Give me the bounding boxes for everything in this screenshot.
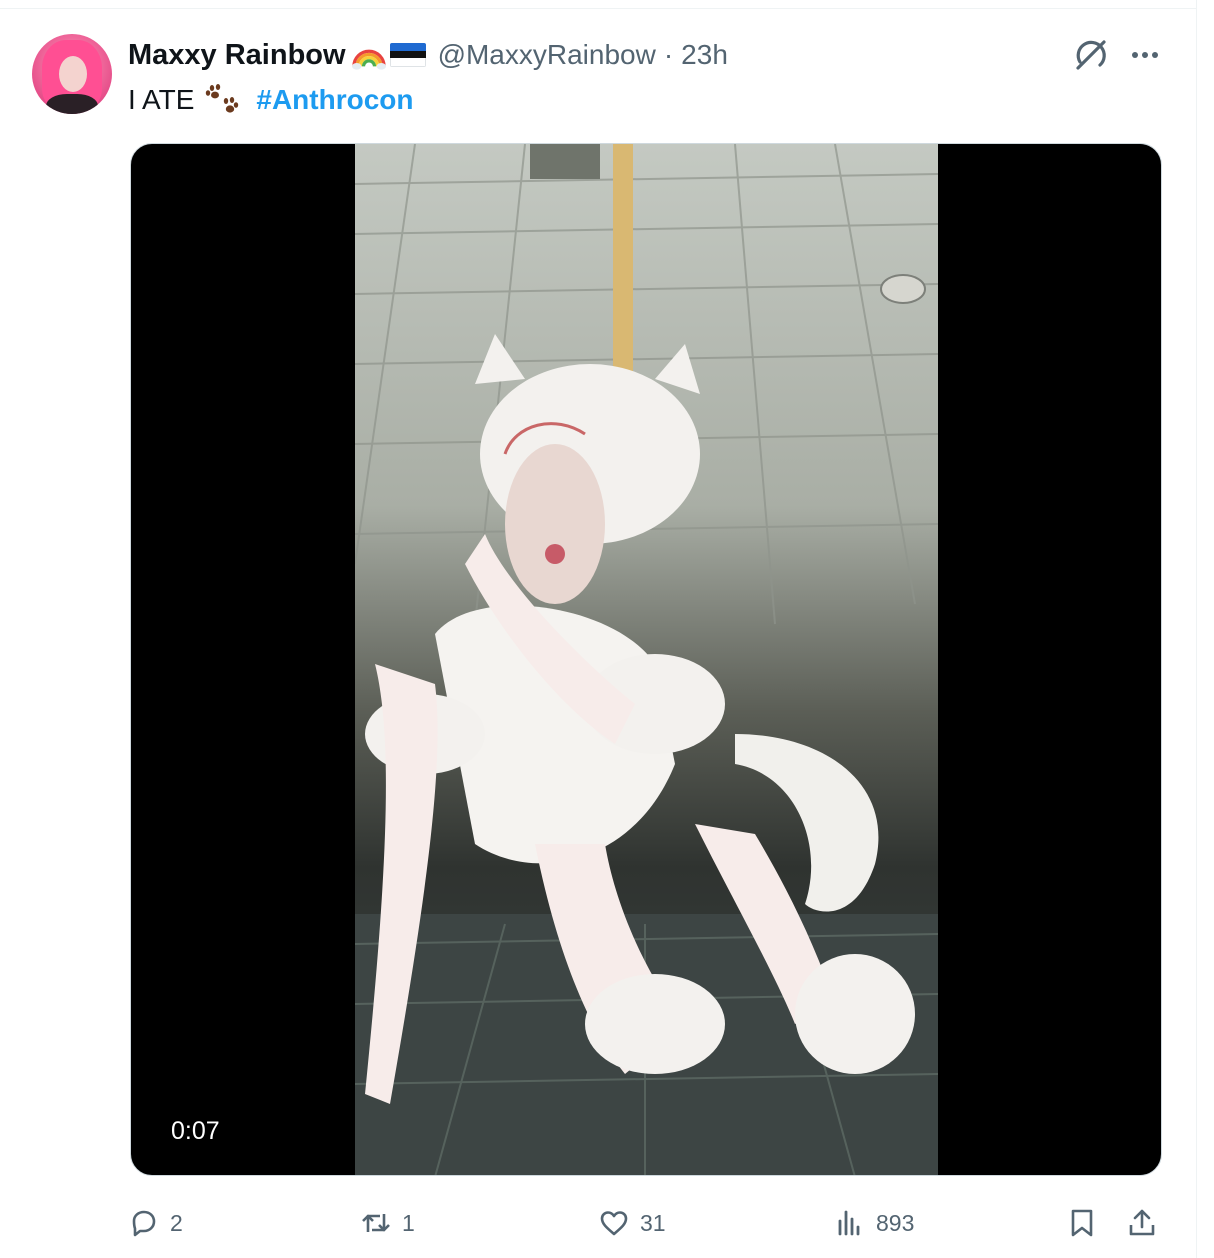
display-name[interactable]: Maxxy Rainbow (128, 39, 346, 72)
share-button[interactable] (1126, 1200, 1158, 1246)
name-emojis (351, 38, 426, 72)
more-icon[interactable] (1122, 34, 1168, 76)
views-count: 893 (876, 1209, 915, 1236)
tweet-text: I ATE #Anthrocon (128, 80, 414, 120)
right-divider (1196, 0, 1197, 1258)
tweet-text-body: I ATE (128, 84, 195, 115)
rainbow-icon (351, 49, 386, 70)
like-button[interactable]: 31 (598, 1200, 666, 1246)
video-duration: 0:07 (171, 1117, 220, 1145)
tweet-header: Maxxy Rainbow @MaxxyRainbow · 23h (128, 36, 728, 74)
author-handle[interactable]: @MaxxyRainbow (438, 39, 656, 71)
reply-icon (132, 1210, 156, 1237)
retweet-count: 1 (402, 1209, 415, 1236)
bookmark-button[interactable] (1066, 1200, 1098, 1246)
timestamp[interactable]: 23h (681, 39, 728, 71)
video-player[interactable]: 0:07 (130, 143, 1162, 1176)
retweet-icon (362, 1214, 390, 1232)
grok-icon[interactable] (1070, 34, 1112, 76)
heart-icon (600, 1211, 628, 1236)
reply-button[interactable]: 2 (128, 1200, 183, 1246)
paw-prints-icon (206, 84, 239, 113)
share-icon (1129, 1209, 1155, 1236)
bookmark-icon (1071, 1209, 1093, 1237)
views-chart-icon (838, 1210, 860, 1236)
separator-dot: · (663, 39, 674, 70)
video-frame (355, 144, 938, 1175)
reply-count: 2 (170, 1209, 183, 1236)
top-divider (0, 8, 1196, 9)
avatar[interactable] (32, 34, 112, 114)
estonia-flag-icon (389, 43, 426, 67)
video-still (355, 144, 938, 1175)
retweet-button[interactable]: 1 (360, 1200, 415, 1246)
action-bar: 2 1 31 893 (128, 1200, 1168, 1246)
like-count: 31 (640, 1209, 666, 1236)
hashtag-link[interactable]: #Anthrocon (256, 84, 413, 116)
views-button[interactable]: 893 (834, 1200, 914, 1246)
